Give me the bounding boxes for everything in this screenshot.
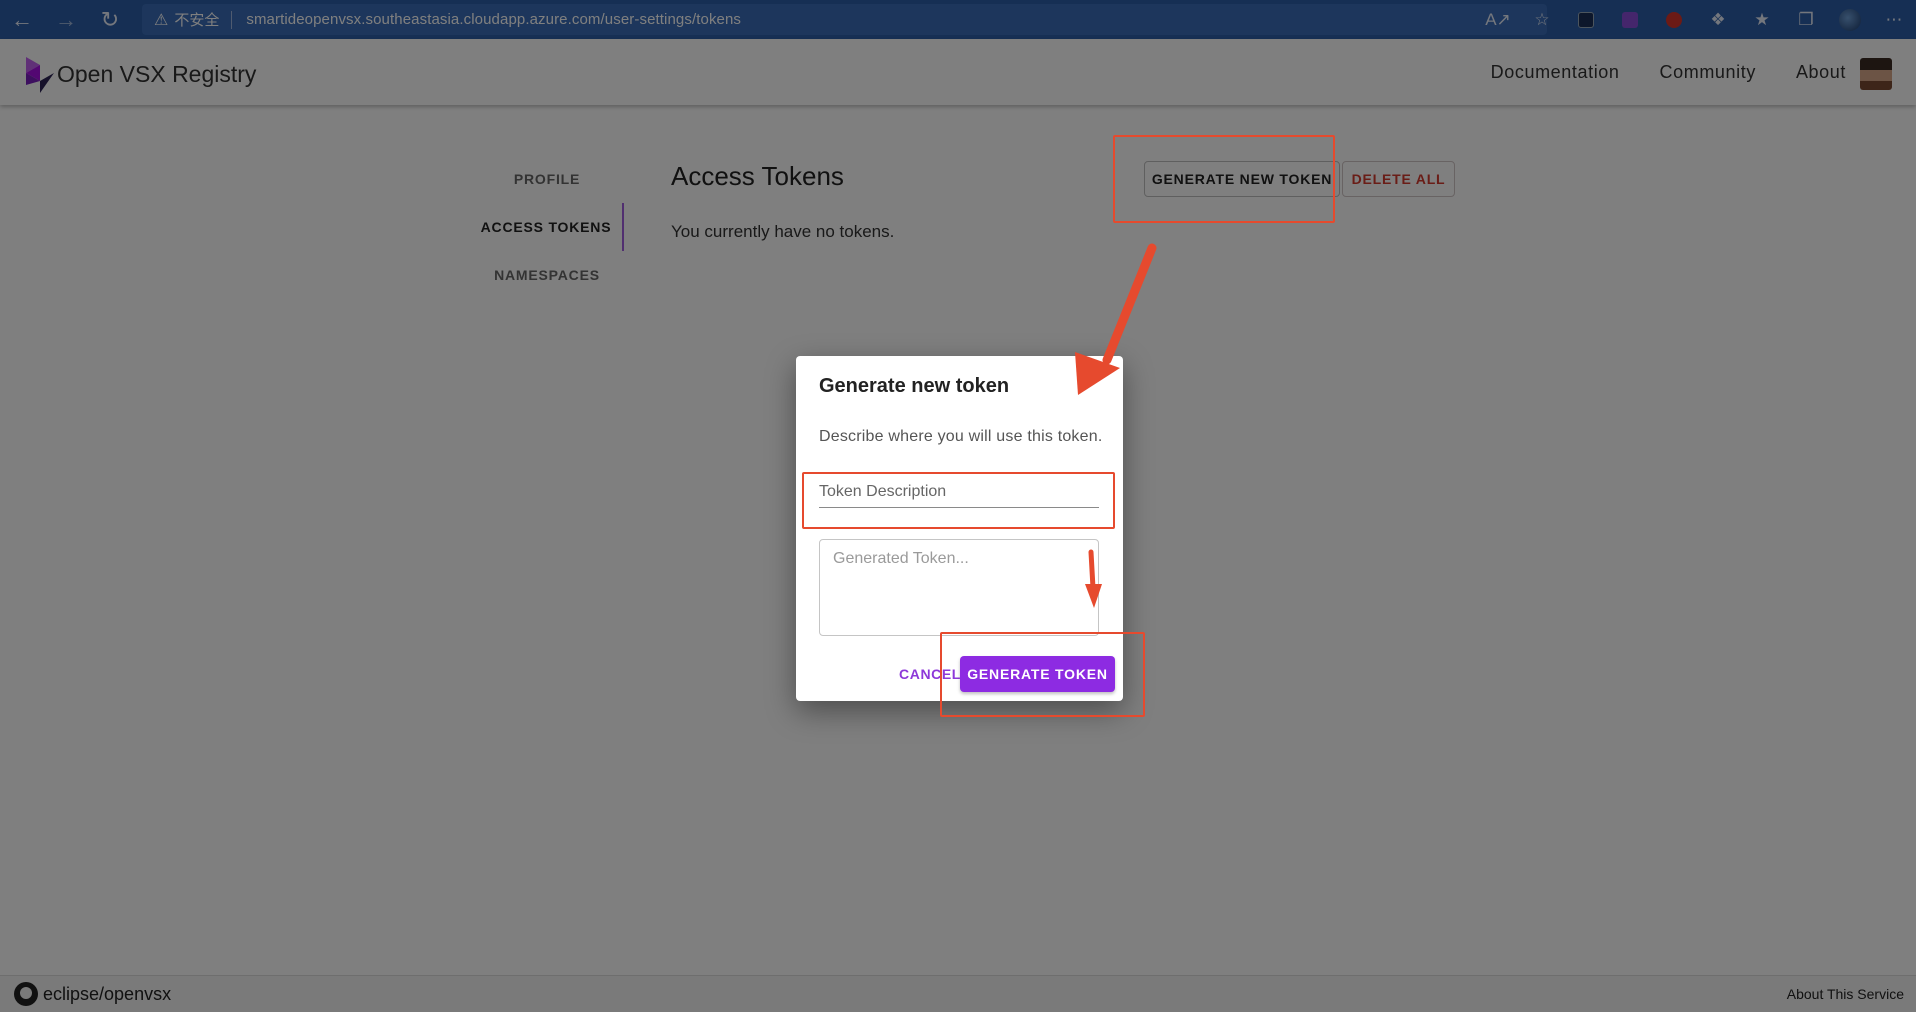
annotation-box-generate-new	[1113, 135, 1335, 223]
dialog-description: Describe where you will use this token.	[819, 428, 1103, 445]
annotation-box-generate-token	[940, 632, 1145, 717]
generated-token-field[interactable]	[819, 539, 1099, 636]
annotation-box-description	[802, 472, 1115, 529]
dialog-title: Generate new token	[819, 375, 1010, 397]
